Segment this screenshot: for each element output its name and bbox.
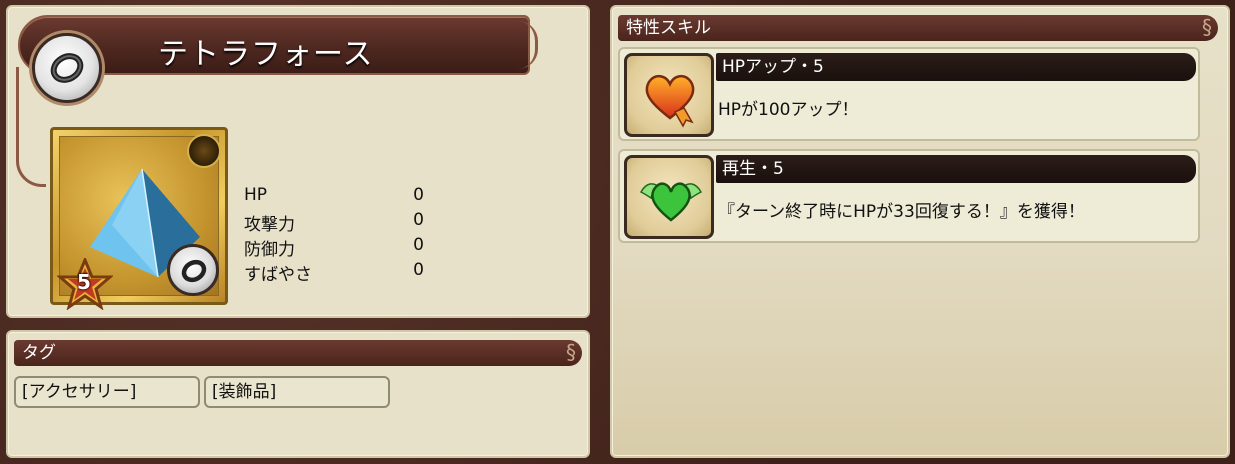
stat-label: HP: [244, 185, 268, 205]
tag-panel: タグ [アクセサリー] [装飾品]: [6, 330, 590, 458]
item-name: テトラフォース: [158, 37, 374, 72]
stat-row: 攻撃力 0: [244, 210, 424, 235]
stat-row: 防御力 0: [244, 235, 424, 260]
stats-table: HP 0 攻撃力 0 防御力 0 すばやさ 0: [244, 185, 424, 285]
skill-item[interactable]: HPアップ・5 HPが100アップ！: [618, 47, 1200, 141]
tag-item[interactable]: [アクセサリー]: [14, 376, 200, 408]
skill-description: HPが100アップ！: [718, 100, 859, 120]
stat-value: 0: [413, 260, 424, 280]
tag-section-header: タグ: [14, 339, 582, 366]
stat-label: 防御力: [244, 240, 295, 260]
winged-heart-icon: [624, 155, 714, 239]
skill-panel: 特性スキル HPアップ・5 HPが100アップ！: [610, 5, 1230, 458]
skill-section-header: 特性スキル: [618, 14, 1218, 41]
rank-number: 5: [77, 270, 91, 294]
stat-label: 攻撃力: [244, 215, 295, 235]
stat-row: すばやさ 0: [244, 260, 424, 285]
heart-ribbon-icon: [624, 53, 714, 137]
swirl-ornament-icon: [187, 134, 221, 168]
stat-label: すばやさ: [244, 265, 312, 285]
stat-row: HP 0: [244, 185, 424, 210]
stat-value: 0: [413, 185, 424, 205]
item-info-panel: テトラフォース 5 HP 0 攻撃力 0 防御力 0 すばやさ 0: [6, 5, 590, 318]
skill-description: 『ターン終了時にHPが33回復する！』を獲得！: [718, 202, 1085, 222]
stat-value: 0: [413, 235, 424, 255]
skill-name: HPアップ・5: [716, 53, 1196, 81]
item-card[interactable]: 5: [50, 127, 228, 310]
skill-name: 再生・5: [716, 155, 1196, 183]
ring-icon: [32, 33, 102, 103]
ring-icon: [167, 244, 219, 296]
stat-value: 0: [413, 210, 424, 230]
skill-item[interactable]: 再生・5 『ターン終了時にHPが33回復する！』を獲得！: [618, 149, 1200, 243]
tag-item[interactable]: [装飾品]: [204, 376, 390, 408]
